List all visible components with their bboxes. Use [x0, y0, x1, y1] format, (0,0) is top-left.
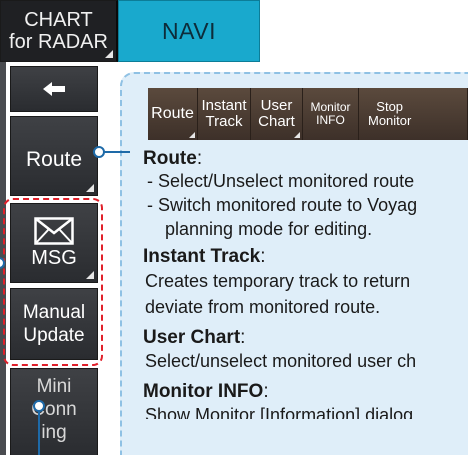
toolbar-stop-monitor-button[interactable]: Stop Monitor: [359, 88, 468, 140]
toolbar-monitor-info-button[interactable]: Monitor INFO: [303, 88, 359, 140]
chart-for-radar-label-line2: for RADAR: [9, 31, 108, 53]
route-toolbar: Route Instant Track User Chart Monitor I…: [148, 88, 468, 140]
back-button[interactable]: [10, 66, 98, 112]
toolbar-instant-label-line1: Instant: [201, 97, 247, 114]
instant-track-heading: Instant Track:: [143, 246, 266, 267]
mini-connector-dot: [33, 400, 45, 412]
user-chart-desc-line1: Select/unselect monitored user ch: [145, 351, 417, 371]
route-heading: Route:: [143, 148, 203, 169]
toolbar-stop-label-line1: Stop: [376, 99, 404, 114]
toolbar-instant-label-line2: Track: [205, 113, 243, 130]
instant-track-desc-line1: Creates temporary track to return: [145, 271, 411, 291]
route-desc-line1: - Select/Unselect monitored route: [147, 171, 415, 191]
mini-conning-button[interactable]: Mini Conn ing: [10, 368, 98, 455]
mini-connector-line: [38, 412, 40, 455]
chart-for-radar-label-line1: CHART: [24, 9, 93, 31]
route-button[interactable]: Route: [10, 116, 98, 196]
toolbar-user-label-line1: User: [260, 97, 293, 114]
navi-tab[interactable]: NAVI: [118, 0, 260, 62]
route-desc-line2: - Switch monitored route to Voyag: [147, 195, 418, 215]
instant-track-desc-line2: deviate from monitored route.: [145, 297, 381, 317]
user-chart-heading: User Chart:: [143, 327, 246, 348]
toolbar-route-label: Route: [151, 105, 194, 122]
toolbar-user-chart-button[interactable]: User Chart: [251, 88, 303, 140]
toolbar-monitor-label-line2: INFO: [316, 113, 345, 127]
toolbar-instant-track-button[interactable]: Instant Track: [198, 88, 251, 140]
toolbar-stop-label-line2: Monitor: [368, 113, 412, 128]
monitor-info-desc-line1: Show Monitor [Information] dialog: [145, 405, 414, 419]
msg-manual-highlight: [3, 198, 103, 366]
arrow-left-icon: [43, 82, 65, 96]
toolbar-user-label-line2: Chart: [258, 113, 295, 130]
route-desc-line3: planning mode for editing.: [165, 219, 373, 239]
mini-conning-label-line1: Mini: [36, 376, 72, 397]
toolbar-route-button[interactable]: Route: [148, 88, 198, 140]
route-label: Route: [25, 148, 83, 171]
route-connector-dot: [93, 146, 105, 158]
monitor-info-heading: Monitor INFO:: [143, 381, 269, 402]
navi-label: NAVI: [162, 17, 216, 44]
chart-for-radar-tab[interactable]: CHART for RADAR: [0, 0, 118, 62]
